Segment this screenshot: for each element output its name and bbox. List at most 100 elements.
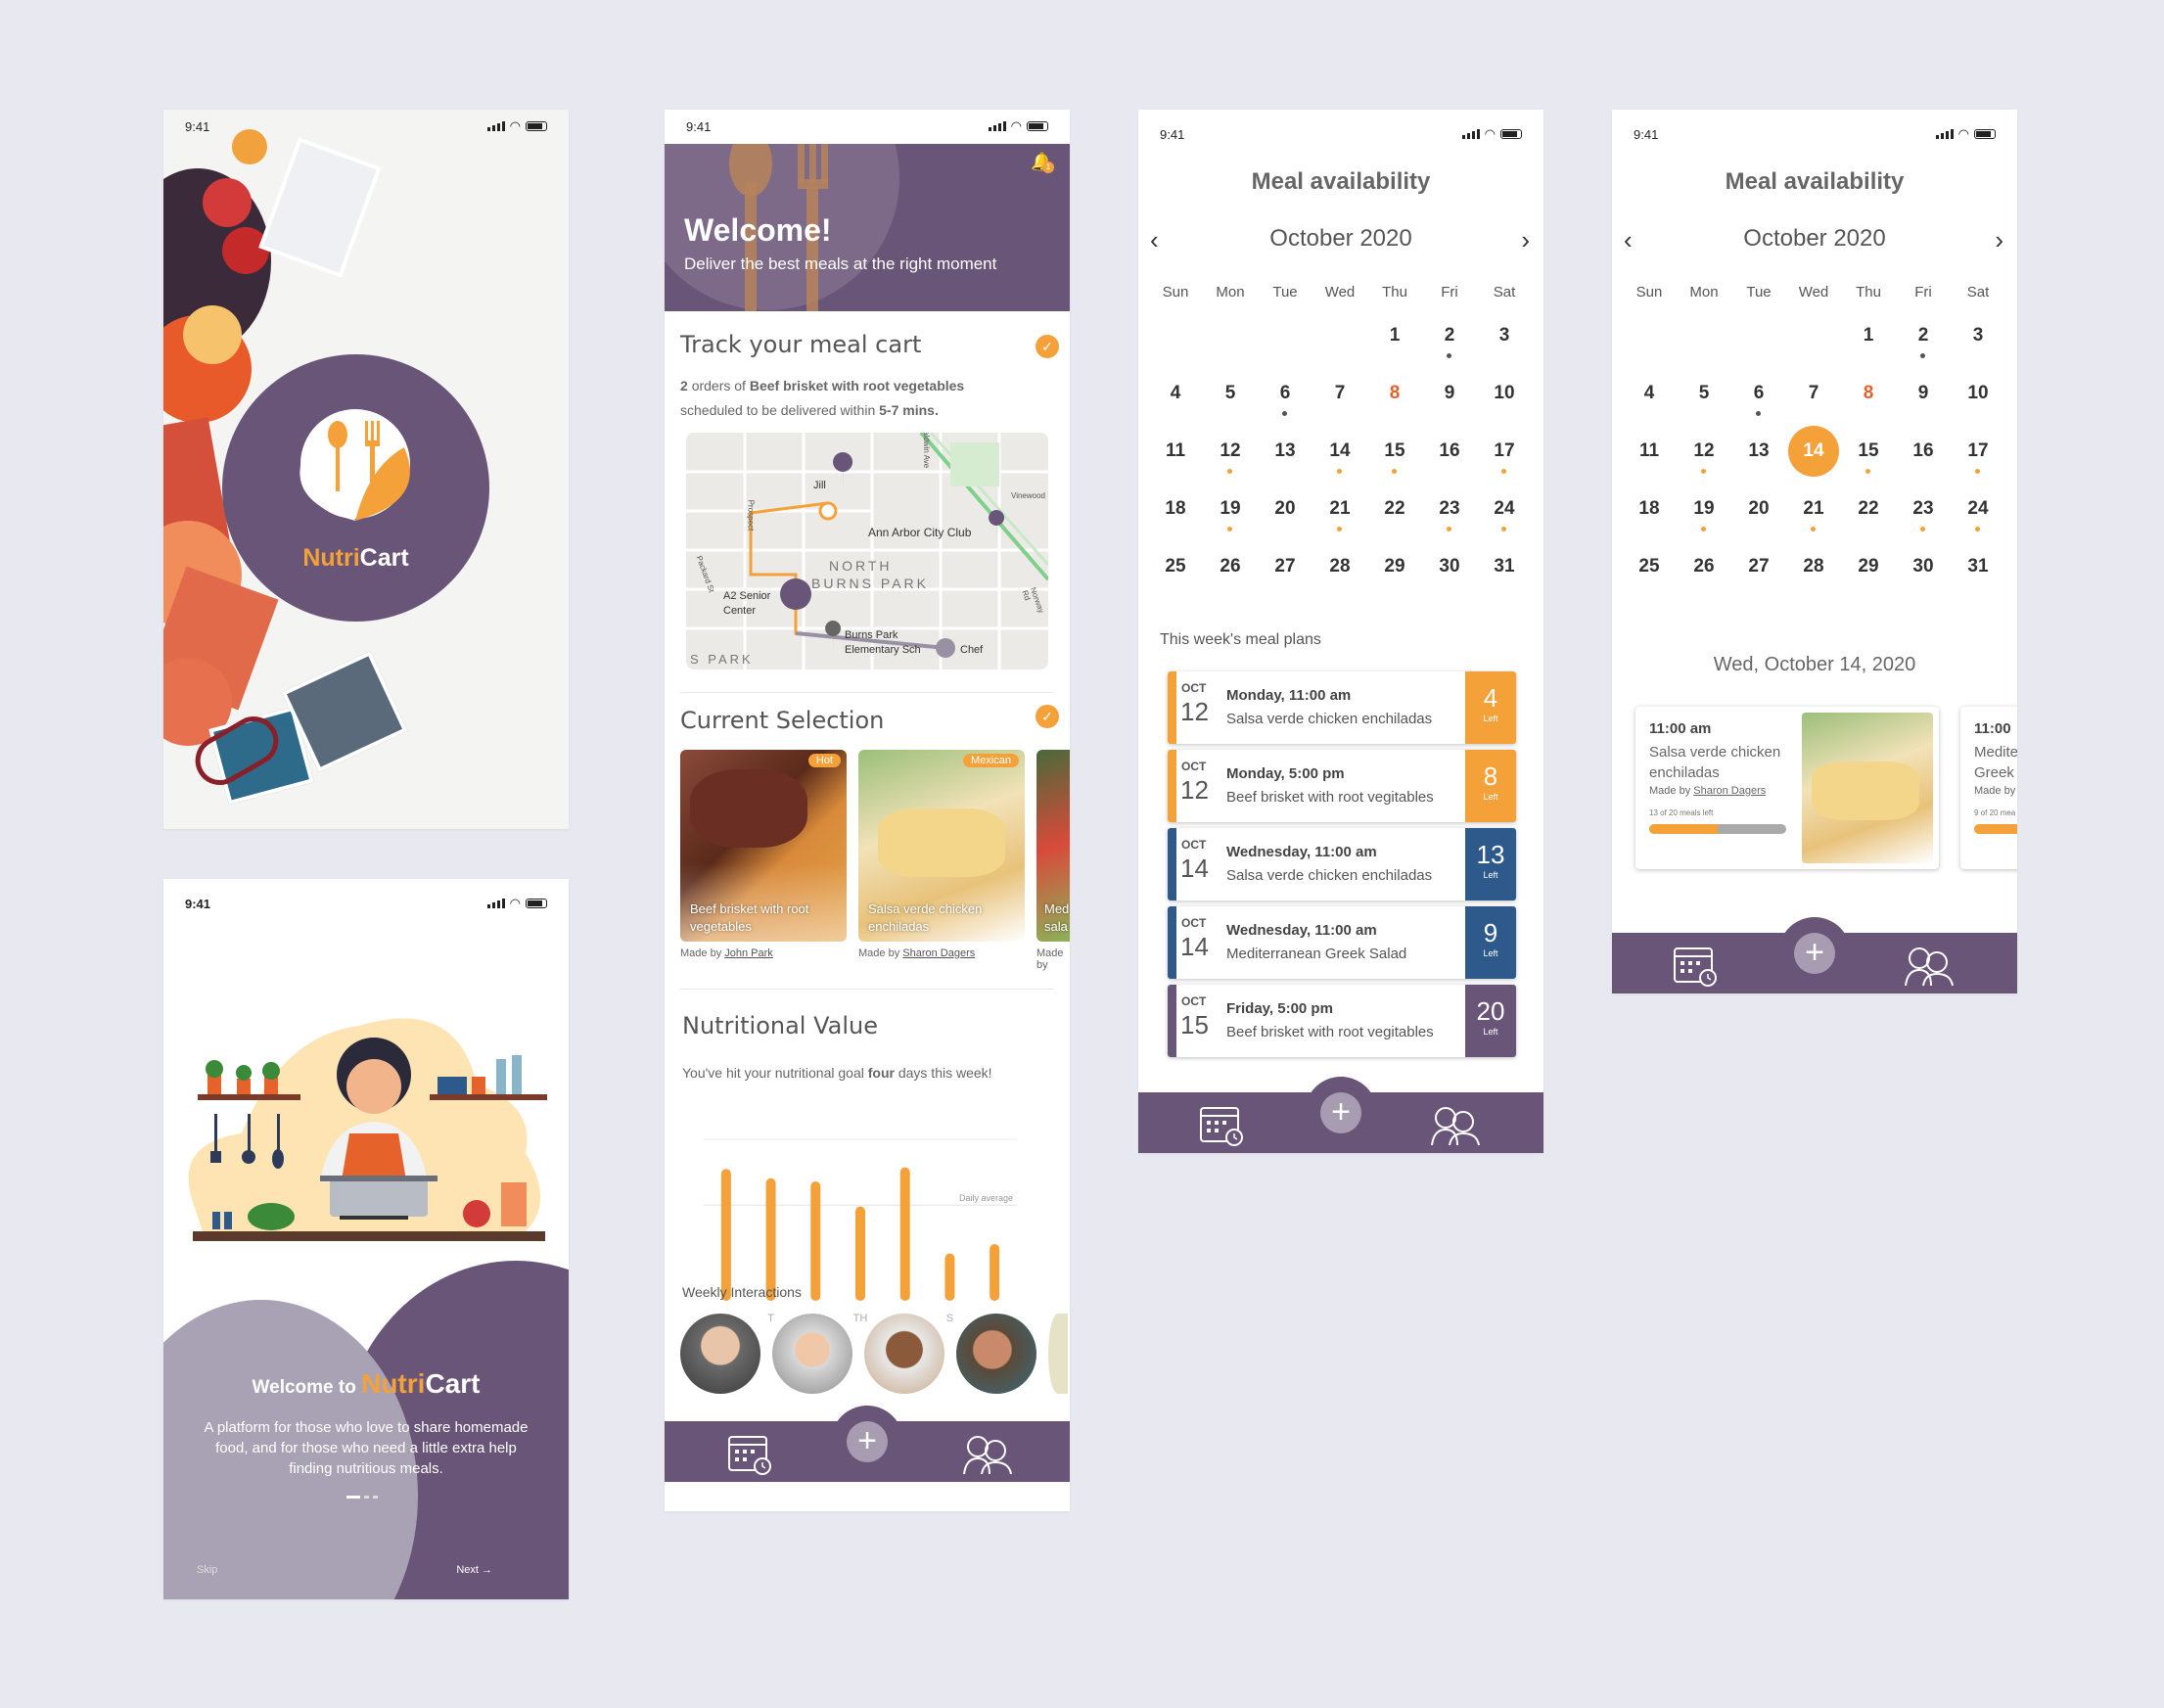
weekday-header: Sun Mon Tue Wed Thu Fri Sat xyxy=(1612,284,2017,300)
calendar-day[interactable]: 8 xyxy=(1367,373,1422,431)
calendar-day[interactable]: 4 xyxy=(1148,373,1203,431)
calendar-day[interactable]: 29 xyxy=(1367,546,1422,604)
skip-button[interactable]: Skip xyxy=(197,1564,217,1576)
calendar-day[interactable]: 14 xyxy=(1312,431,1367,488)
calendar-day[interactable]: 21 xyxy=(1786,488,1841,546)
meal-plan-card[interactable]: OCT 14 Wednesday, 11:00 am Mediterranean Gr… xyxy=(1168,906,1516,979)
calendar-day[interactable]: 17 xyxy=(1477,431,1532,488)
calendar-day[interactable]: 19 xyxy=(1677,488,1731,546)
weekday-header: Sun Mon Tue Wed Thu Fri Sat xyxy=(1138,284,1543,300)
calendar-day[interactable]: 30 xyxy=(1422,546,1477,604)
chef-link[interactable]: John Park xyxy=(724,947,773,959)
food-card[interactable]: Hot Beef brisket with root vegetables Ma… xyxy=(680,750,847,959)
avatar[interactable] xyxy=(1048,1314,1068,1394)
calendar-day[interactable]: 23 xyxy=(1896,488,1951,546)
avatar[interactable] xyxy=(680,1314,760,1394)
people-icon[interactable] xyxy=(960,1429,1015,1476)
meal-plan-card[interactable]: OCT 12 Monday, 5:00 pm Beef brisket with ro… xyxy=(1168,750,1516,822)
calendar-day[interactable]: 4 xyxy=(1622,373,1677,431)
chef-link[interactable]: Sharon Dagers xyxy=(902,947,975,959)
calendar-day[interactable]: 20 xyxy=(1731,488,1786,546)
avatar[interactable] xyxy=(864,1314,944,1394)
calendar-day[interactable]: 20 xyxy=(1258,488,1312,546)
calendar-day[interactable]: 18 xyxy=(1148,488,1203,546)
calendar-day[interactable]: 17 xyxy=(1951,431,2005,488)
notification-button[interactable]: 🔔 1 xyxy=(1031,152,1054,175)
meal-detail-card[interactable]: 11:00 am Salsa verde chicken enchiladas … xyxy=(1635,707,1939,869)
calendar-day[interactable]: 26 xyxy=(1203,546,1258,604)
calendar-day[interactable]: 24 xyxy=(1477,488,1532,546)
calendar-day[interactable]: 31 xyxy=(1951,546,2005,604)
calendar-day[interactable]: 16 xyxy=(1422,431,1477,488)
chevron-right-icon[interactable]: › xyxy=(1995,225,2003,255)
calendar-day[interactable]: 24 xyxy=(1951,488,2005,546)
calendar-day[interactable]: 9 xyxy=(1422,373,1477,431)
add-meal-button[interactable]: + xyxy=(1305,1077,1377,1149)
calendar-day[interactable]: 30 xyxy=(1896,546,1951,604)
calendar-day[interactable]: 6 xyxy=(1258,373,1312,431)
calendar-day[interactable]: 26 xyxy=(1677,546,1731,604)
calendar-day[interactable]: 2 xyxy=(1422,315,1477,373)
chef-link[interactable]: Sharon Dagers xyxy=(1693,785,1766,797)
meal-detail-card-partial[interactable]: 11:00 Medite Greek Made by 9 of 20 mea xyxy=(1960,707,2017,869)
calendar-day[interactable]: 28 xyxy=(1786,546,1841,604)
meal-plan-card[interactable]: OCT 12 Monday, 11:00 am Salsa verde chicken… xyxy=(1168,671,1516,744)
calendar-day[interactable]: 25 xyxy=(1148,546,1203,604)
delivery-map[interactable]: Jill Ann Arbor City Club NORTH BURNS PAR… xyxy=(686,433,1048,669)
calendar-day[interactable]: 27 xyxy=(1731,546,1786,604)
calendar-day[interactable]: 11 xyxy=(1148,431,1203,488)
people-icon[interactable] xyxy=(1428,1100,1483,1147)
calendar-day[interactable]: 16 xyxy=(1896,431,1951,488)
avatar[interactable] xyxy=(956,1314,1036,1394)
add-meal-button[interactable]: + xyxy=(1778,917,1851,990)
calendar-day[interactable]: 13 xyxy=(1258,431,1312,488)
calendar-day[interactable]: 18 xyxy=(1622,488,1677,546)
calendar-day[interactable]: 8 xyxy=(1841,373,1896,431)
add-meal-button[interactable]: + xyxy=(831,1406,903,1478)
calendar-day[interactable]: 5 xyxy=(1203,373,1258,431)
meal-plan-card[interactable]: OCT 15 Friday, 5:00 pm Beef brisket with ro… xyxy=(1168,985,1516,1057)
calendar-day[interactable]: 21 xyxy=(1312,488,1367,546)
calendar-clock-icon[interactable] xyxy=(1671,941,1720,988)
calendar-day[interactable]: 14 xyxy=(1786,426,1841,488)
calendar-day[interactable]: 22 xyxy=(1367,488,1422,546)
calendar-day[interactable]: 6 xyxy=(1731,373,1786,431)
calendar-day[interactable]: 25 xyxy=(1622,546,1677,604)
calendar-day[interactable]: 29 xyxy=(1841,546,1896,604)
meals-left-progress xyxy=(1974,824,2017,834)
calendar-day[interactable]: 2 xyxy=(1896,315,1951,373)
calendar-day[interactable]: 13 xyxy=(1731,431,1786,488)
calendar-day[interactable]: 11 xyxy=(1622,431,1677,488)
calendar-day[interactable]: 15 xyxy=(1367,431,1422,488)
calendar-day[interactable]: 1 xyxy=(1841,315,1896,373)
calendar-day[interactable]: 31 xyxy=(1477,546,1532,604)
calendar-day[interactable]: 3 xyxy=(1477,315,1532,373)
calendar-day[interactable]: 12 xyxy=(1677,431,1731,488)
calendar-day[interactable]: 10 xyxy=(1477,373,1532,431)
meal-plan-card[interactable]: OCT 14 Wednesday, 11:00 am Salsa verde chic… xyxy=(1168,828,1516,900)
calendar-day[interactable]: 7 xyxy=(1786,373,1841,431)
avatar[interactable] xyxy=(772,1314,852,1394)
track-check-icon[interactable]: ✓ xyxy=(1036,335,1059,358)
next-button[interactable]: Next → xyxy=(456,1564,492,1576)
calendar-day[interactable]: 22 xyxy=(1841,488,1896,546)
calendar-day[interactable]: 15 xyxy=(1841,431,1896,488)
calendar-day[interactable]: 5 xyxy=(1677,373,1731,431)
food-card-partial[interactable]: Med sala Made by xyxy=(1036,750,1070,971)
calendar-day[interactable]: 19 xyxy=(1203,488,1258,546)
calendar-day[interactable]: 1 xyxy=(1367,315,1422,373)
calendar-day[interactable]: 10 xyxy=(1951,373,2005,431)
calendar-clock-icon[interactable] xyxy=(725,1429,774,1476)
calendar-day[interactable]: 3 xyxy=(1951,315,2005,373)
chevron-right-icon[interactable]: › xyxy=(1521,225,1530,255)
people-icon[interactable] xyxy=(1902,941,1957,988)
food-card[interactable]: Mexican Salsa verde chicken enchiladas M… xyxy=(858,750,1025,959)
calendar-clock-icon[interactable] xyxy=(1197,1100,1246,1147)
calendar-day[interactable]: 7 xyxy=(1312,373,1367,431)
calendar-day[interactable]: 27 xyxy=(1258,546,1312,604)
calendar-day[interactable]: 28 xyxy=(1312,546,1367,604)
calendar-day[interactable]: 23 xyxy=(1422,488,1477,546)
calendar-day[interactable]: 9 xyxy=(1896,373,1951,431)
calendar-day[interactable]: 12 xyxy=(1203,431,1258,488)
selection-check-icon[interactable]: ✓ xyxy=(1036,705,1059,728)
